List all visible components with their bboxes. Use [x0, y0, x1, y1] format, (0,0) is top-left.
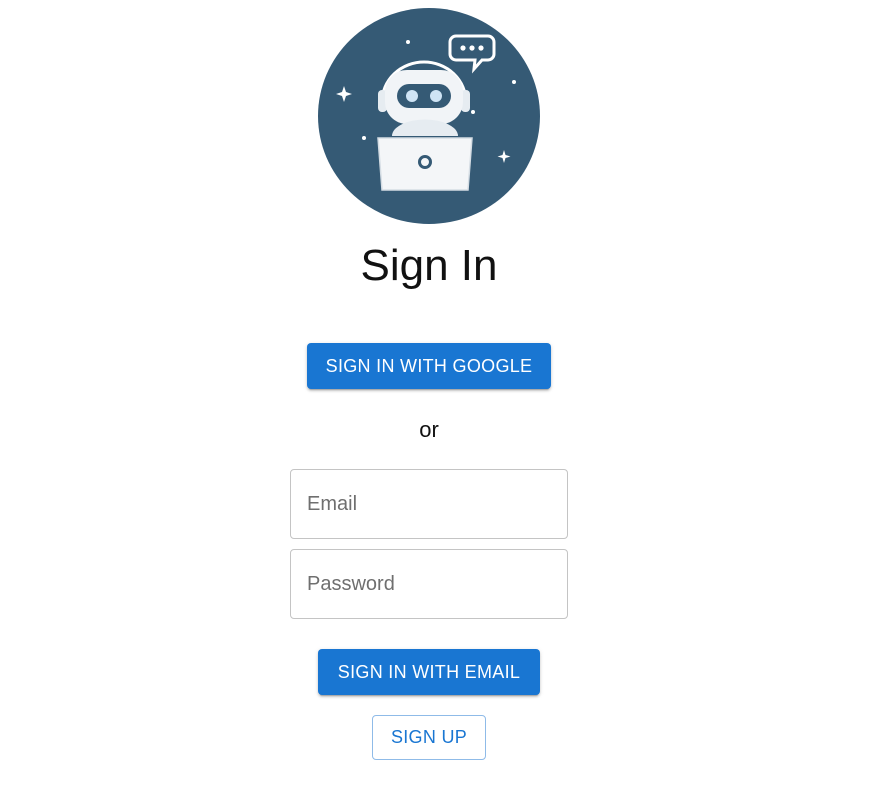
- email-input[interactable]: [291, 470, 567, 538]
- email-field[interactable]: [290, 469, 568, 539]
- robot-logo-icon: [318, 8, 540, 224]
- password-field[interactable]: [290, 549, 568, 619]
- page-title: Sign In: [360, 241, 498, 290]
- password-input[interactable]: [291, 550, 567, 618]
- sign-in-with-google-button[interactable]: SIGN IN WITH GOOGLE: [307, 343, 551, 389]
- sign-up-button[interactable]: SIGN UP: [372, 715, 486, 760]
- or-divider-text: or: [419, 417, 439, 442]
- sign-in-with-email-button[interactable]: SIGN IN WITH EMAIL: [318, 649, 540, 695]
- sign-in-page: Sign In SIGN IN WITH GOOGLE or SIGN IN W…: [0, 0, 888, 791]
